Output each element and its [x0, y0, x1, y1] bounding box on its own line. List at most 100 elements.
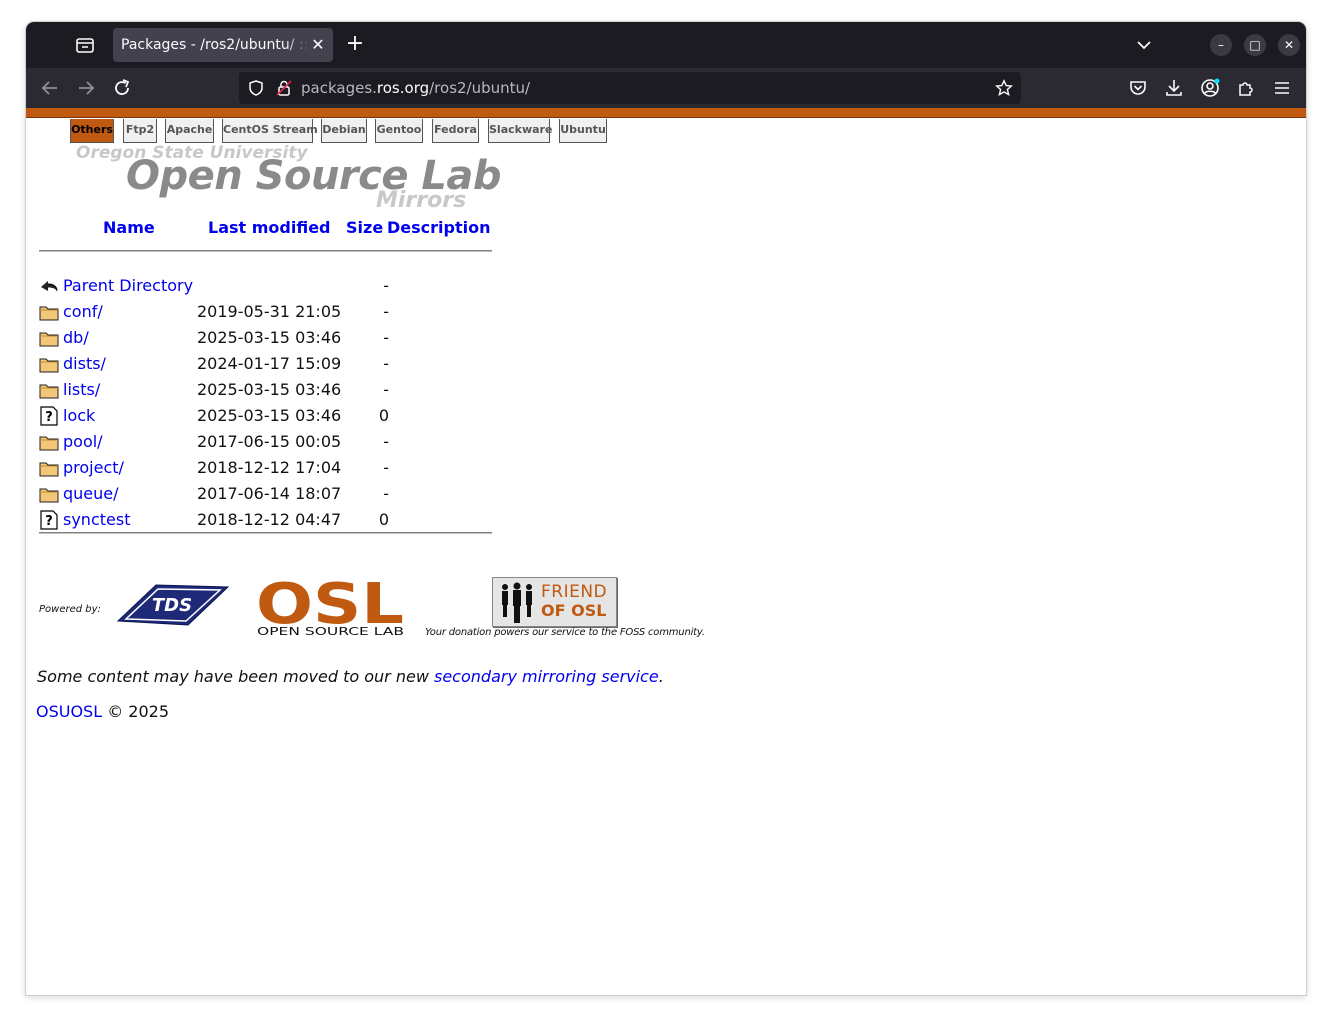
table-row: ? lock 2025-03-15 03:46 0	[39, 403, 499, 429]
svg-text:?: ?	[45, 410, 53, 425]
mirror-tab-centos[interactable]: CentOS Stream	[222, 119, 318, 143]
mirror-tab-ubuntu[interactable]: Ubuntu	[559, 119, 607, 143]
table-row: dists/2024-01-17 15:09 -	[39, 351, 499, 377]
close-icon[interactable]: ✕	[309, 36, 327, 54]
table-row: db/2025-03-15 03:46 -	[39, 325, 499, 351]
reload-icon[interactable]	[111, 77, 133, 99]
folder-icon	[39, 384, 59, 399]
shield-icon[interactable]	[247, 79, 265, 97]
plus-icon[interactable]: +	[344, 33, 366, 56]
mirror-tab-others[interactable]: Others	[70, 119, 114, 143]
folder-icon	[39, 358, 59, 373]
file-link[interactable]: Parent Directory	[63, 276, 193, 295]
close-window-icon[interactable]: ✕	[1278, 34, 1300, 56]
osl-logo[interactable]: OSL OPEN SOURCE LAB	[257, 579, 405, 637]
url-prefix: packages.	[301, 79, 377, 97]
mirror-tab-slackware[interactable]: Slackware	[488, 119, 552, 143]
download-icon[interactable]	[1163, 77, 1185, 99]
extensions-icon[interactable]	[1235, 77, 1257, 99]
copyright-text: © 2025	[102, 702, 170, 721]
tds-logo[interactable]: TDS	[116, 581, 230, 631]
folder-icon	[39, 332, 59, 347]
maximize-icon[interactable]: □	[1244, 34, 1266, 56]
mirror-tab-apache[interactable]: Apache	[165, 119, 214, 143]
last-modified-cell: 2025-03-15 03:46	[197, 328, 342, 347]
column-header-size[interactable]: Size	[346, 218, 383, 237]
file-link[interactable]: project/	[63, 458, 124, 477]
unknown-file-icon: ?	[40, 406, 58, 426]
minimize-icon[interactable]: –	[1210, 34, 1232, 56]
logo-mirrors: Mirrors	[376, 188, 467, 213]
tab-active[interactable]: Packages - /ros2/ubuntu/ :: OSU Open Sou…	[113, 28, 333, 62]
divider-bottom	[39, 532, 492, 534]
last-modified-cell: 2019-05-31 21:05	[197, 302, 342, 321]
osuosl-link[interactable]: OSUOSL	[36, 702, 102, 721]
column-header-description[interactable]: Description	[387, 218, 490, 237]
size-cell: -	[383, 432, 389, 451]
table-row: Parent Directory -	[39, 273, 499, 299]
menu-icon[interactable]	[1271, 77, 1293, 99]
people-icon	[502, 582, 532, 623]
powered-by-label: Powered by:	[39, 604, 101, 615]
divider-top	[39, 250, 492, 252]
osl-accent-bar	[26, 108, 1306, 118]
file-link[interactable]: dists/	[63, 354, 106, 373]
mirror-tab-ftp2[interactable]: Ftp2	[123, 119, 157, 143]
size-cell: -	[383, 276, 389, 295]
account-icon[interactable]	[1199, 77, 1221, 99]
moved-notice-prefix: Some content may have been moved to our …	[37, 667, 434, 686]
file-link[interactable]: queue/	[63, 484, 119, 503]
table-row: conf/2019-05-31 21:05 -	[39, 299, 499, 325]
last-modified-cell: 2018-12-12 17:04	[197, 458, 342, 477]
footer: OSUOSL © 2025	[36, 702, 169, 721]
secondary-mirroring-link[interactable]: secondary mirroring service	[434, 667, 659, 686]
last-modified-cell: 2024-01-17 15:09	[197, 354, 342, 373]
browser-window: Packages - /ros2/ubuntu/ :: OSU Open Sou…	[26, 22, 1306, 995]
last-modified-cell: 2025-03-15 03:46	[197, 406, 342, 425]
mirror-tab-gentoo[interactable]: Gentoo	[375, 119, 423, 143]
back-arrow-icon[interactable]	[39, 77, 61, 99]
size-cell: 0	[378, 510, 389, 529]
file-link[interactable]: db/	[63, 328, 89, 347]
address-bar[interactable]: packages.ros.org/ros2/ubuntu/	[239, 72, 1021, 104]
svg-text:?: ?	[45, 514, 53, 529]
mirror-tab-fedora[interactable]: Fedora	[432, 119, 479, 143]
tab-list-icon[interactable]	[74, 34, 96, 56]
tab-bar: Packages - /ros2/ubuntu/ :: OSU Open Sou…	[26, 22, 1306, 68]
friend-of-osl-badge[interactable]: FRIEND OF OSL	[492, 577, 617, 627]
mirror-tab-debian[interactable]: Debian	[321, 119, 367, 143]
last-modified-cell: 2018-12-12 04:47	[197, 510, 342, 529]
last-modified-cell: 2017-06-14 18:07	[197, 484, 342, 503]
file-link[interactable]: conf/	[63, 302, 103, 321]
table-row: pool/2017-06-15 00:05 -	[39, 429, 499, 455]
table-row: queue/2017-06-14 18:07 -	[39, 481, 499, 507]
size-cell: -	[383, 380, 389, 399]
folder-icon	[39, 462, 59, 477]
file-link[interactable]: synctest	[63, 510, 130, 529]
table-row: project/2018-12-12 17:04 -	[39, 455, 499, 481]
nav-toolbar: packages.ros.org/ros2/ubuntu/	[26, 68, 1306, 108]
osl-logo-subtext: OPEN SOURCE LAB	[257, 625, 404, 637]
size-cell: -	[383, 328, 389, 347]
page-content: Others Ftp2 Apache CentOS Stream Debian …	[26, 119, 1306, 995]
star-icon[interactable]	[995, 79, 1013, 97]
pocket-icon[interactable]	[1127, 77, 1149, 99]
tab-title: Packages - /ros2/ubuntu/ :: OSU Open Sou…	[121, 37, 309, 53]
lock-icon[interactable]	[275, 79, 293, 97]
url-host: ros.org	[376, 79, 430, 97]
donation-text: Your donation powers our service to the …	[425, 627, 705, 638]
file-link[interactable]: pool/	[63, 432, 103, 451]
friend-line-1: FRIEND	[541, 582, 608, 602]
folder-icon	[39, 436, 59, 451]
size-cell: -	[383, 458, 389, 477]
table-row: lists/2025-03-15 03:46 -	[39, 377, 499, 403]
friend-line-2: OF OSL	[541, 601, 607, 620]
chevron-down-icon[interactable]	[1134, 35, 1154, 55]
last-modified-cell: 2025-03-15 03:46	[197, 380, 342, 399]
file-link[interactable]: lists/	[63, 380, 100, 399]
file-link[interactable]: lock	[63, 406, 95, 425]
url-text[interactable]: packages.ros.org/ros2/ubuntu/	[301, 79, 530, 97]
column-header-name[interactable]: Name	[103, 218, 155, 237]
forward-arrow-icon[interactable]	[75, 77, 97, 99]
column-header-last-modified[interactable]: Last modified	[208, 218, 331, 237]
